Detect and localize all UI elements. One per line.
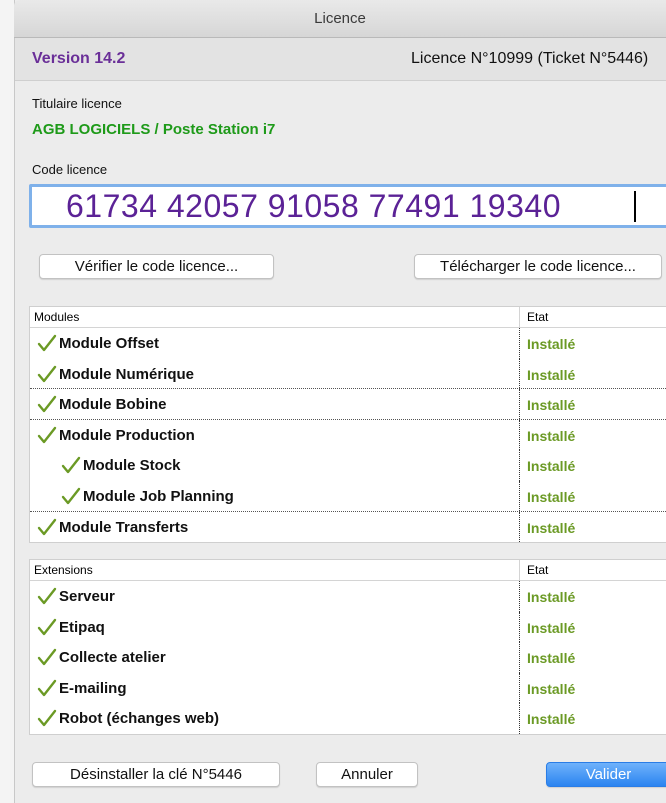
code-label: Code licence bbox=[32, 162, 108, 177]
state-column-header[interactable]: Etat bbox=[527, 310, 548, 324]
row-name: Collecte atelier bbox=[59, 649, 166, 667]
checkmark-icon bbox=[37, 334, 57, 352]
checkmark-icon bbox=[61, 487, 81, 505]
status-badge: Installé bbox=[527, 336, 576, 352]
row-name: Module Offset bbox=[59, 335, 159, 352]
holder-label: Titulaire licence bbox=[32, 96, 122, 111]
checkmark-icon bbox=[37, 679, 57, 696]
status-badge: Installé bbox=[527, 397, 576, 414]
extensions-table: Extensions Etat Serveur Installé Etipaq Ins… bbox=[29, 559, 666, 735]
status-badge: Installé bbox=[527, 519, 576, 536]
version-label: Version 14.2 bbox=[32, 50, 126, 67]
modules-rows: Module Offset Installé Module Numérique Ins… bbox=[30, 328, 666, 543]
extensions-column-header[interactable]: Extensions bbox=[34, 563, 93, 577]
cancel-button[interactable]: Annuler bbox=[316, 762, 418, 787]
row-name: Etipaq bbox=[59, 618, 105, 636]
row-name: Module Transferts bbox=[59, 518, 189, 536]
status-badge: Installé bbox=[527, 619, 576, 636]
title-bar[interactable]: Licence bbox=[14, 0, 666, 38]
column-separator bbox=[519, 328, 520, 359]
checkmark-icon bbox=[37, 426, 57, 443]
modules-table-header: Modules Etat bbox=[30, 307, 666, 328]
status-badge: Installé bbox=[527, 458, 576, 475]
checkmark-icon bbox=[61, 457, 81, 474]
download-code-button[interactable]: Télécharger le code licence... bbox=[414, 254, 662, 279]
status-badge: Installé bbox=[527, 650, 576, 667]
table-row[interactable]: Module Job Planning Installé bbox=[30, 480, 666, 512]
table-row[interactable]: Module Numérique Installé bbox=[30, 358, 666, 390]
licence-code-input[interactable] bbox=[29, 184, 666, 228]
row-name: Module Job Planning bbox=[83, 487, 234, 505]
uninstall-key-button[interactable]: Désinstaller la clé N°5446 bbox=[32, 762, 280, 787]
status-badge: Installé bbox=[527, 488, 576, 505]
table-row[interactable]: Module Bobine Installé bbox=[30, 389, 666, 420]
status-badge: Installé bbox=[527, 589, 576, 605]
column-separator bbox=[519, 450, 520, 481]
column-separator bbox=[519, 611, 520, 643]
licence-dialog: Version 14.2 Licence N°10999 (Ticket N°5… bbox=[15, 38, 666, 803]
validate-button[interactable]: Valider bbox=[546, 762, 666, 787]
checkmark-icon bbox=[37, 710, 57, 727]
column-separator bbox=[519, 419, 520, 451]
row-name: Module Production bbox=[59, 426, 195, 444]
holder-value: AGB LOGICIELS / Poste Station i7 bbox=[32, 121, 276, 138]
table-row[interactable]: Module Stock Installé bbox=[30, 450, 666, 481]
extensions-table-header: Extensions Etat bbox=[30, 560, 666, 581]
table-row[interactable]: Module Production Installé bbox=[30, 419, 666, 451]
checkmark-icon bbox=[37, 365, 57, 382]
checkmark-icon bbox=[37, 648, 57, 666]
window-title: Licence bbox=[314, 10, 366, 27]
table-row[interactable]: Etipaq Installé bbox=[30, 611, 666, 643]
licence-number: Licence N°10999 (Ticket N°5446) bbox=[411, 50, 649, 67]
column-separator bbox=[519, 480, 520, 511]
column-separator bbox=[519, 581, 520, 612]
column-separator bbox=[519, 389, 520, 419]
verify-code-button[interactable]: Vérifier le code licence... bbox=[39, 254, 274, 279]
modules-column-header[interactable]: Modules bbox=[34, 310, 79, 324]
column-separator bbox=[519, 642, 520, 673]
status-badge: Installé bbox=[527, 711, 576, 728]
extensions-rows: Serveur Installé Etipaq Installé Collecte at… bbox=[30, 581, 666, 734]
row-name: Module Numérique bbox=[59, 365, 195, 383]
status-badge: Installé bbox=[527, 366, 576, 383]
state-column-header[interactable]: Etat bbox=[527, 563, 548, 577]
row-name: Robot (échanges web) bbox=[59, 710, 220, 728]
table-row[interactable]: Module Offset Installé bbox=[30, 328, 666, 359]
row-name: E-mailing bbox=[59, 679, 127, 697]
column-separator bbox=[519, 560, 520, 580]
checkmark-icon bbox=[37, 518, 57, 535]
table-row[interactable]: Robot (échanges web) Installé bbox=[30, 703, 666, 734]
checkmark-icon bbox=[37, 395, 57, 413]
status-badge: Installé bbox=[527, 427, 576, 444]
column-separator bbox=[519, 511, 520, 543]
table-row[interactable]: Serveur Installé bbox=[30, 581, 666, 612]
checkmark-icon bbox=[37, 618, 57, 635]
text-caret bbox=[634, 191, 636, 222]
status-badge: Installé bbox=[527, 680, 576, 697]
row-name: Module Bobine bbox=[59, 396, 167, 414]
column-separator bbox=[519, 358, 520, 389]
row-name: Serveur bbox=[59, 588, 115, 605]
row-name: Module Stock bbox=[83, 457, 181, 475]
table-row[interactable]: Collecte atelier Installé bbox=[30, 642, 666, 673]
column-separator bbox=[519, 703, 520, 734]
version-bar: Version 14.2 Licence N°10999 (Ticket N°5… bbox=[15, 38, 666, 81]
table-row[interactable]: E-mailing Installé bbox=[30, 672, 666, 704]
table-row[interactable]: Module Transferts Installé bbox=[30, 511, 666, 543]
modules-table: Modules Etat Module Offset Installé Module… bbox=[29, 306, 666, 544]
window-left-edge bbox=[0, 0, 14, 803]
column-separator bbox=[519, 307, 520, 327]
column-separator bbox=[519, 672, 520, 704]
checkmark-icon bbox=[37, 587, 57, 605]
